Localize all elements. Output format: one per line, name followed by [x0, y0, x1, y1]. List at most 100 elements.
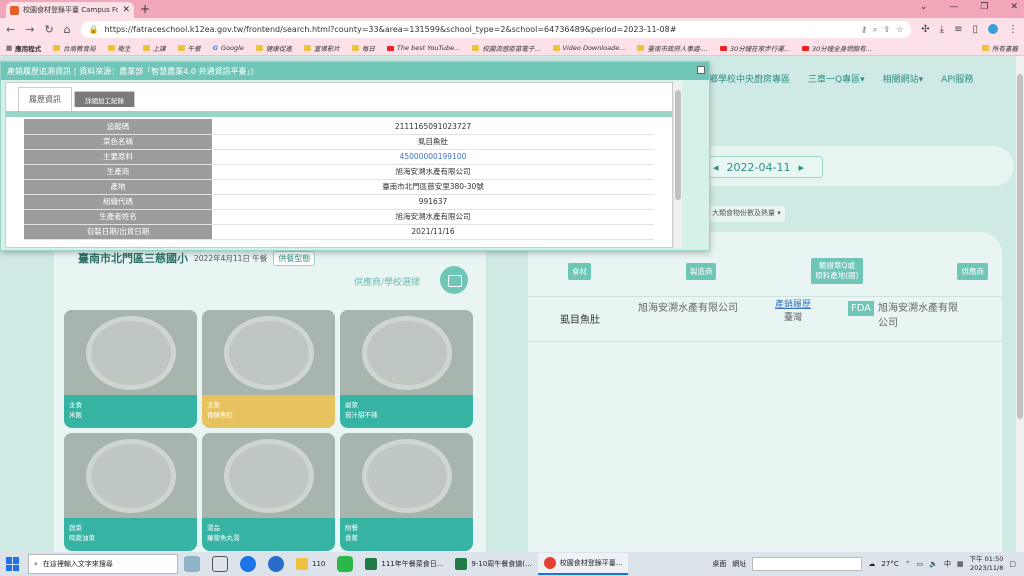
taskbar-search[interactable]: ⌕ 在這裡輸入文字來搜尋 [28, 554, 178, 574]
taskbar-app-excel-1[interactable]: 111年午餐菜食日... [359, 553, 449, 575]
line-icon[interactable] [337, 556, 354, 572]
nav-related-sites[interactable]: 相關網站▾ [883, 72, 924, 85]
network-icon[interactable]: ▭ [917, 560, 924, 568]
popup-scrollbar[interactable] [674, 82, 682, 248]
task-view-icon[interactable] [212, 556, 228, 572]
taskbar-app-chrome[interactable]: 校園食材登錄平臺... [537, 553, 629, 575]
fda-badge[interactable]: FDA [848, 301, 875, 316]
browser-tab[interactable]: 校園食材登錄平臺 Campus Foo ✕ [6, 2, 134, 18]
meal-type-button[interactable]: 供餐型態 [273, 250, 316, 266]
clock[interactable]: 下午 01:50 2023/11/8 [970, 555, 1004, 573]
tray-chevron-icon[interactable]: ⌃ [905, 560, 911, 568]
url-field[interactable]: 🔒 https://fatraceschool.k12ea.gov.tw/fro… [80, 21, 912, 38]
side-panel-icon[interactable]: ▯ [972, 24, 978, 35]
bookmark-item[interactable]: 健康促進 [255, 43, 292, 53]
bookmark-item[interactable]: 每日 [351, 43, 375, 53]
header-manufacturer: 製造商 [685, 262, 717, 280]
folder-icon [177, 45, 185, 51]
dish-photo [340, 433, 473, 518]
header-supplier: 供應商 [957, 262, 988, 280]
bookmark-item[interactable]: 午餐 [177, 43, 201, 53]
table-row: 菜色名稱 虱目魚肚 [24, 134, 654, 150]
close-tab-icon[interactable]: ✕ [122, 5, 130, 15]
bookmark-item[interactable]: 衛生 [107, 43, 131, 53]
desktop-label[interactable]: 桌面 [712, 559, 726, 569]
field-value: 旭海安溯水產有限公司 [212, 209, 654, 225]
tab-processing-record[interactable]: 詳細加工紀錄 [74, 91, 135, 107]
scrollbar-thumb[interactable] [1017, 74, 1023, 419]
minimize-icon[interactable]: — [949, 2, 958, 12]
dish-card[interactable]: 副菜 茄汁甜不辣 [340, 310, 473, 428]
page-scrollbar[interactable] [1016, 56, 1024, 552]
menu-icon[interactable]: ⋮ [1008, 24, 1018, 35]
all-bookmarks[interactable]: 所有書籤 [982, 43, 1018, 53]
bookmark-item[interactable]: 30分鐘全身燃脂有... [802, 43, 872, 53]
bookmark-item[interactable]: 宣導影片 [303, 43, 340, 53]
edge-icon[interactable] [240, 556, 256, 572]
supplier-select-icon[interactable] [440, 266, 468, 294]
back-icon[interactable]: ← [6, 23, 15, 36]
bookmark-item[interactable]: Video Downloade... [552, 44, 625, 52]
bookmark-item[interactable]: 台南教育局 [53, 43, 96, 53]
download-icon[interactable]: ⤓ [940, 24, 944, 35]
date-value: 2022-04-11 [726, 160, 791, 174]
share-icon[interactable]: ⇪ [883, 25, 890, 34]
dish-card-selected[interactable]: 主菜 香酥魚肚 [202, 310, 335, 428]
excel-icon [365, 558, 378, 570]
bookmark-item[interactable]: 30分鐘在家步行運... [720, 43, 790, 53]
new-tab-icon[interactable]: + [140, 2, 150, 16]
prev-date-icon[interactable]: ◂ [713, 161, 719, 174]
table-row: 包裝日期/出貨日期 2021/11/16 [24, 224, 654, 240]
folder-icon [637, 45, 645, 51]
chevron-down-icon[interactable]: ⌄ [920, 2, 928, 12]
bookmark-item[interactable]: 臺南市政府人事處-... [637, 43, 708, 53]
popup-scrollbar-thumb[interactable] [675, 90, 681, 200]
date-picker[interactable]: ◂ 2022-04-11 ▸ [707, 156, 823, 178]
profile-avatar[interactable] [988, 24, 998, 34]
bookmark-star-icon[interactable]: ☆ [896, 25, 903, 34]
folder-icon [472, 45, 480, 51]
popup-close-icon[interactable] [697, 66, 705, 74]
maximize-icon[interactable]: ❐ [980, 2, 988, 12]
bookmark-item[interactable]: 校園流感疫苗電子... [472, 43, 541, 53]
dish-card[interactable]: 主食 米飯 [64, 310, 197, 428]
ime-indicator[interactable]: 中 [944, 559, 951, 569]
field-label: 生產者姓名 [24, 209, 212, 225]
bookmark-item[interactable]: 上課 [142, 43, 166, 53]
dish-card[interactable]: 蔬菜 時蔬油菜 [64, 433, 197, 551]
key-icon[interactable]: ⚷ [861, 25, 867, 34]
bookmark-apps[interactable]: ▦ 應用程式 [6, 43, 41, 53]
start-button[interactable] [6, 557, 20, 571]
bookmark-label: 健康促進 [265, 45, 292, 53]
zoom-icon[interactable]: ⌕ [873, 25, 877, 35]
tab-trace-info[interactable]: 履歷資訊 [18, 87, 72, 111]
reload-icon[interactable]: ↻ [44, 23, 53, 36]
weather-temp[interactable]: 27°C [881, 560, 898, 568]
supplier-select-label[interactable]: 供應商/學校選擇 [354, 275, 420, 288]
field-value-link[interactable]: 45000000199100 [212, 149, 654, 165]
nav-three-chapter-q[interactable]: 三章一Q專區▾ [808, 72, 865, 85]
forward-icon[interactable]: → [25, 23, 34, 36]
extensions-icon[interactable]: ✣ [921, 24, 929, 35]
volume-icon[interactable]: 🔈 [929, 560, 938, 568]
bookmark-label: The best YouTube... [396, 44, 461, 52]
notification-icon[interactable]: ▢ [1009, 560, 1016, 568]
ie-icon[interactable] [268, 556, 284, 572]
bookmark-item[interactable]: G Google [213, 44, 244, 52]
nav-central-kitchen[interactable]: 偏鄉學校中央廚房專區 [700, 72, 790, 85]
food-portion-select[interactable]: 大類食物份數及熱量 ▾ [708, 206, 785, 222]
next-date-icon[interactable]: ▸ [798, 161, 804, 174]
dish-category: 主食 [69, 401, 82, 409]
taskbar-app-excel-2[interactable]: 9-10周午餐食譜(... [449, 553, 537, 575]
reading-list-icon[interactable]: ≡ [954, 24, 962, 35]
home-icon[interactable]: ⌂ [64, 23, 71, 36]
input-mode-icon[interactable]: ▦ [957, 560, 964, 568]
nav-api-service[interactable]: API服務 [941, 72, 973, 85]
taskbar-app-explorer[interactable]: 110 [290, 553, 331, 575]
close-window-icon[interactable]: ✕ [1010, 2, 1018, 12]
traceability-link[interactable]: 產銷履歷 [758, 299, 828, 312]
dish-card[interactable]: 湯品 蘿蔔魚丸湯 [202, 433, 335, 551]
bookmark-item[interactable]: The best YouTube... [386, 44, 461, 52]
dish-card[interactable]: 附餐 香蕉 [340, 433, 473, 551]
address-toolbar-input[interactable] [752, 557, 863, 571]
